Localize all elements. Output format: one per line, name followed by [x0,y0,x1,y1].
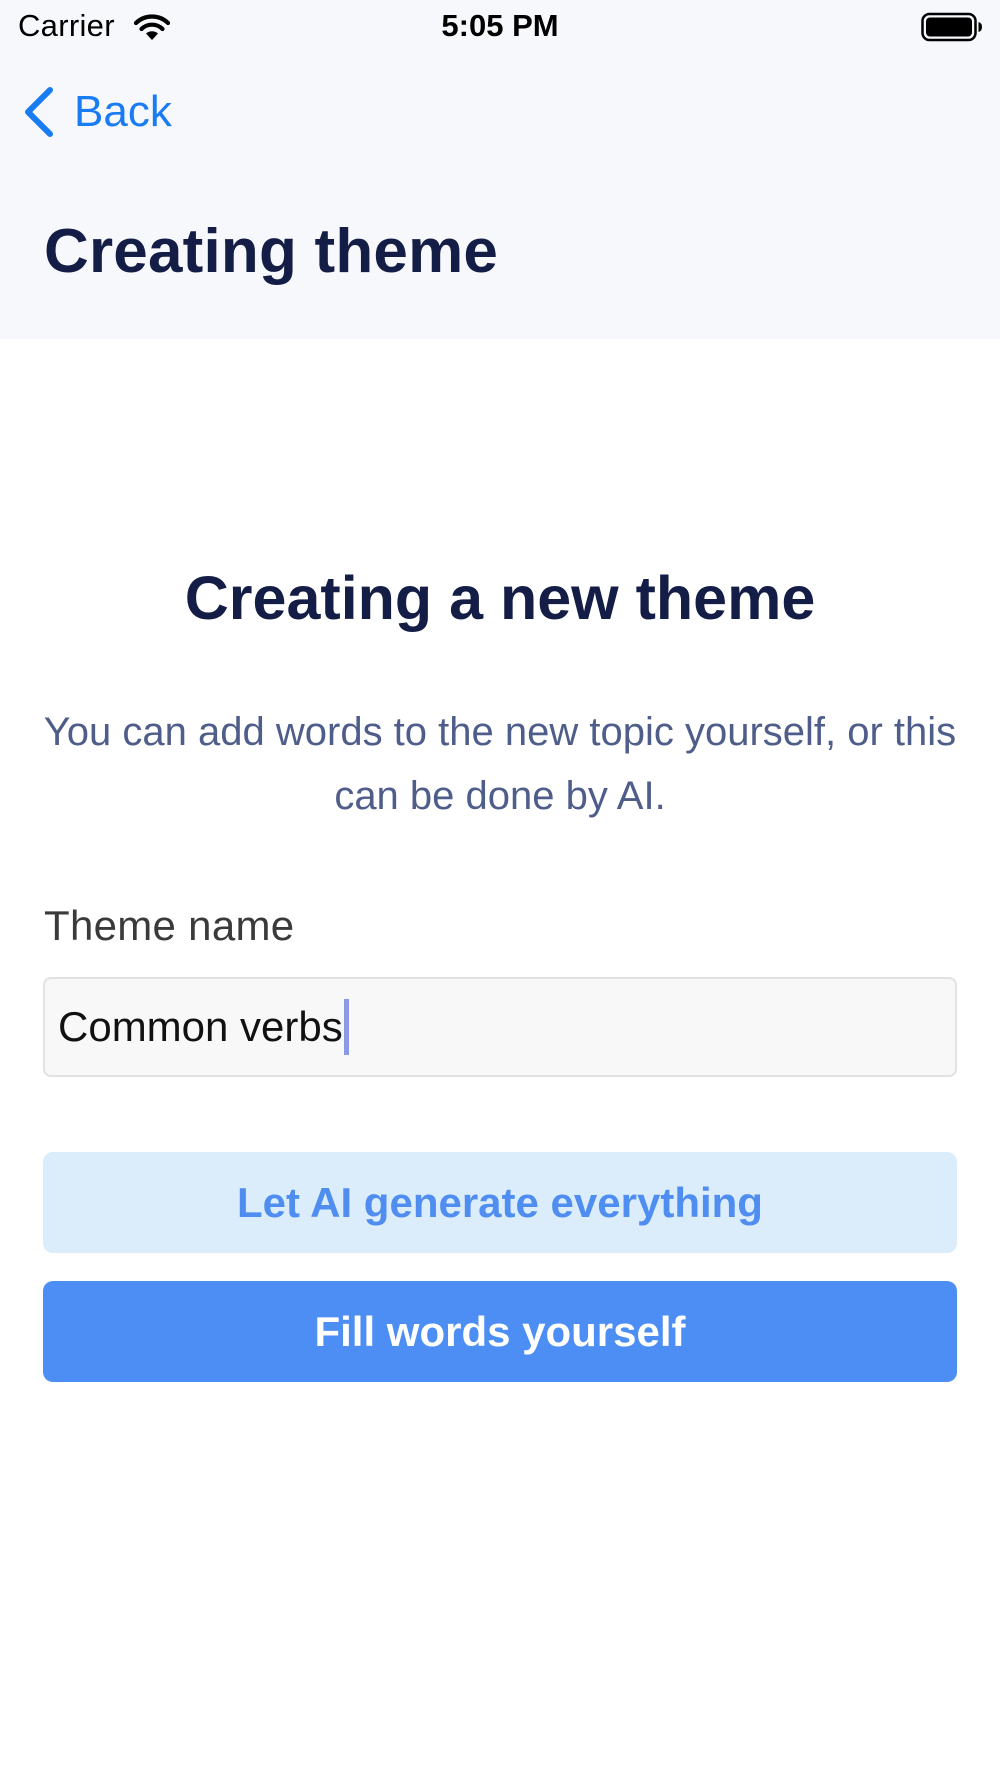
back-button[interactable]: Back [22,84,172,140]
battery-icon [921,12,982,42]
theme-name-label: Theme name [44,902,295,949]
description-text: You can add words to the new topic yours… [43,710,957,818]
ai-generate-button[interactable]: Let AI generate everything [43,1152,957,1253]
header-area: Carrier 5:05 PM Back Creating theme [0,0,1000,339]
text-caret [343,999,349,1055]
status-bar: Carrier 5:05 PM [0,0,1000,56]
page-title: Creating theme [44,217,499,286]
status-time: 5:05 PM [441,8,559,43]
fill-words-button[interactable]: Fill words yourself [43,1281,957,1382]
content-title: Creating a new theme [184,564,816,632]
screen: Carrier 5:05 PM Back Creating theme Crea… [0,0,1000,1778]
chevron-left-icon [25,87,53,137]
theme-name-value: Common verbs [58,1003,343,1050]
back-label: Back [74,87,172,136]
theme-name-input[interactable]: Common verbs [43,977,957,1077]
